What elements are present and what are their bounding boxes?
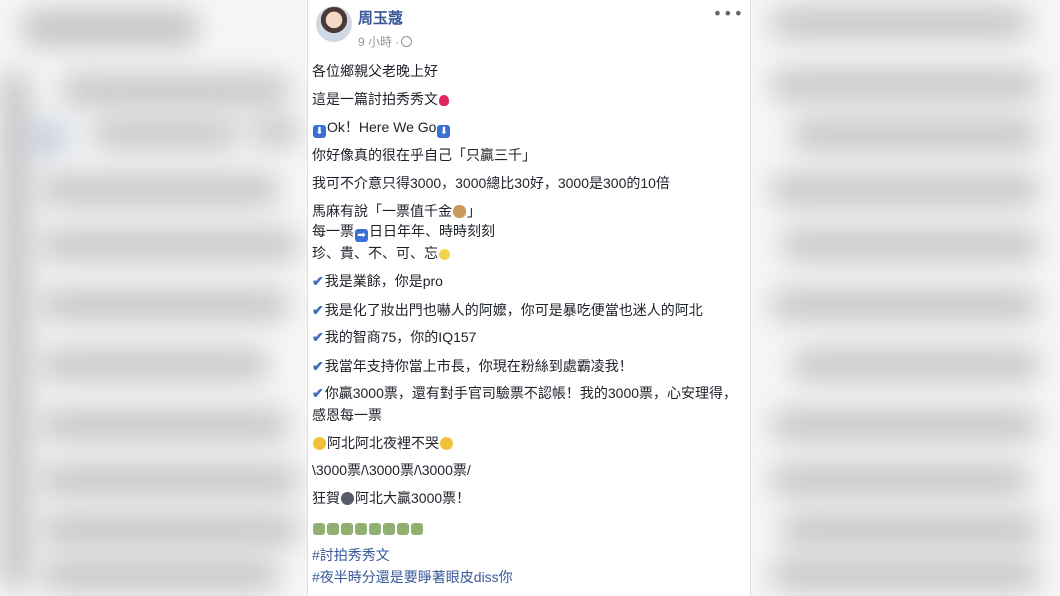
money-icon	[369, 523, 381, 535]
sparkles-icon	[439, 249, 450, 260]
money-bag-icon	[453, 205, 466, 218]
post-time[interactable]: 9 小時 ·	[358, 35, 399, 49]
post-header: 周玉蔻 9 小時 · •••	[308, 0, 750, 60]
post-line: ✔我的智商75，你的IQ157	[312, 328, 476, 346]
post-line-text: 阿北阿北夜裡不哭	[327, 435, 439, 451]
post-timestamp[interactable]: 9 小時 ·	[358, 33, 413, 50]
post-line: \3000票/\3000票/\3000票/	[312, 462, 471, 478]
facebook-post-card: 周玉蔻 9 小時 · ••• 各位鄉親父老晚上好 這是一篇討拍秀秀文 ⬇ Ok！H…	[307, 0, 751, 596]
post-line-text: 日日年年、時時刻刻	[369, 223, 495, 239]
money-icon	[397, 523, 409, 535]
post-line-text: 馬麻有說「一票值千金	[312, 203, 452, 219]
post-line-text: 」	[467, 203, 481, 219]
author-avatar[interactable]	[316, 6, 352, 42]
check-icon: ✔	[312, 302, 324, 318]
post-line: 珍、貴、不、可、忘	[312, 244, 451, 262]
post-line-text: 這是一篇討拍秀秀文	[312, 91, 438, 107]
check-icon: ✔	[312, 385, 324, 401]
money-icon	[411, 523, 423, 535]
right-arrow-icon: ➡	[355, 229, 368, 242]
post-line: ✔我是化了妝出門也嚇人的阿嬤，你可是暴吃便當也迷人的阿北	[312, 301, 703, 319]
post-line-text: Ok！Here We Go	[327, 119, 437, 135]
author-name-link[interactable]: 周玉蔻	[358, 7, 403, 28]
post-line-text: 阿北大贏3000票！	[355, 490, 471, 506]
post-line-text: 每一票	[312, 223, 354, 239]
post-line: 你好像真的很在乎自己「只贏三千」	[312, 147, 536, 163]
post-line: 我可不介意只得3000，3000總比30好，3000是300的10倍	[312, 175, 670, 191]
money-icon	[327, 523, 339, 535]
money-icon	[313, 523, 325, 535]
money-icon	[341, 523, 353, 535]
heart-icon	[439, 95, 449, 106]
money-icon	[383, 523, 395, 535]
money-icon	[355, 523, 367, 535]
more-options-icon[interactable]: •••	[713, 4, 744, 23]
down-arrow-icon: ⬇	[313, 125, 326, 138]
moon-icon	[341, 492, 354, 505]
post-line: 這是一篇討拍秀秀文	[312, 90, 450, 108]
globe-icon	[401, 36, 413, 47]
post-line-text: 你贏3000票，還有對手官司驗票不認帳！我的3000票，心安理得，感恩每一票	[312, 385, 738, 423]
hashtag-link[interactable]: #夜半時分還是要睜著眼皮diss你	[312, 568, 513, 586]
post-line: 狂賀 阿北大贏3000票！	[312, 489, 470, 507]
down-arrow-icon: ⬇	[437, 125, 451, 138]
post-line-text: 狂賀	[312, 490, 340, 506]
post-line: ✔我當年支持你當上市長，你現在粉絲到處霸凌我！	[312, 357, 633, 375]
check-icon: ✔	[312, 358, 324, 374]
post-line: ✔我是業餘，你是pro	[312, 272, 443, 290]
crying-face-icon	[440, 437, 453, 450]
post-line: 各位鄉親父老晚上好	[312, 63, 438, 79]
post-line: 馬麻有說「一票值千金」	[312, 202, 481, 220]
post-line: 阿北阿北夜裡不哭	[312, 434, 454, 452]
post-line: ✔你贏3000票，還有對手官司驗票不認帳！我的3000票，心安理得，感恩每一票	[312, 382, 744, 426]
hashtag-link[interactable]: #討拍秀秀文	[312, 546, 390, 564]
check-icon: ✔	[312, 273, 324, 289]
post-line: ⬇ Ok！Here We Go ⬇	[312, 118, 451, 138]
post-line-text: 我的智商75，你的IQ157	[324, 329, 477, 345]
post-line-text: 珍、貴、不、可、忘	[312, 245, 438, 261]
post-line: 每一票 ➡ 日日年年、時時刻刻	[312, 222, 495, 242]
check-icon: ✔	[312, 329, 324, 345]
post-line-text: 我是化了妝出門也嚇人的阿嬤，你可是暴吃便當也迷人的阿北	[324, 302, 703, 318]
post-line-text: 我是業餘，你是pro	[324, 273, 443, 289]
post-line-text: 我當年支持你當上市長，你現在粉絲到處霸凌我！	[324, 358, 633, 374]
money-emoji-row	[312, 519, 424, 537]
crying-face-icon	[313, 437, 326, 450]
